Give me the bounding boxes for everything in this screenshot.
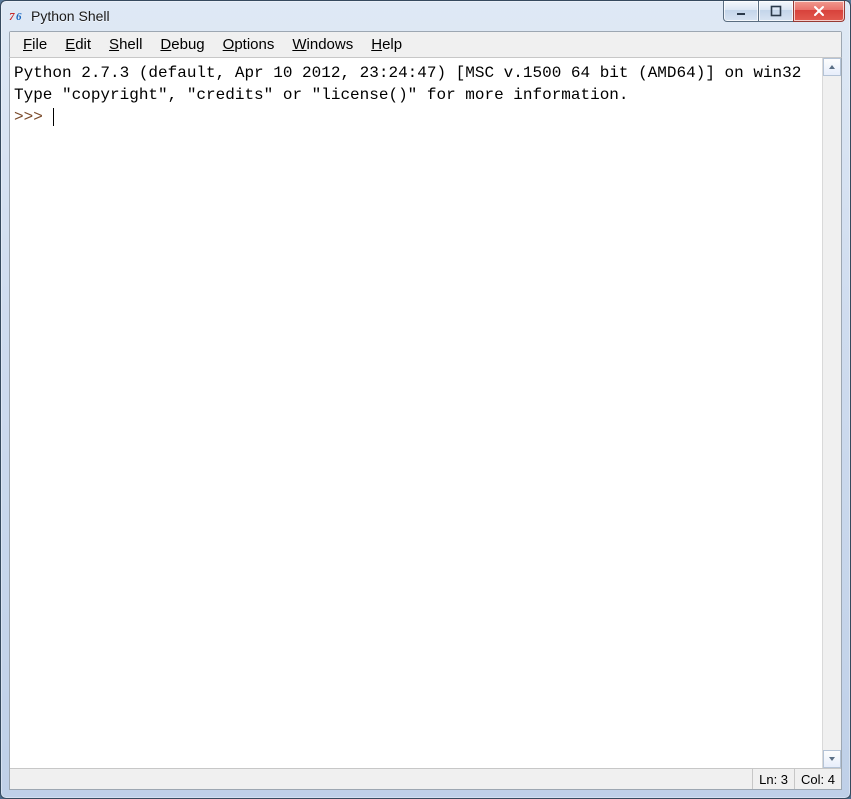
menu-help[interactable]: Help [362, 34, 411, 55]
svg-text:7: 7 [9, 11, 15, 23]
window-title: Python Shell [31, 8, 110, 24]
menubar: File Edit Shell Debug Options Windows He… [10, 32, 841, 57]
statusbar: Ln: 3 Col: 4 [10, 768, 841, 789]
minimize-button[interactable] [723, 1, 759, 22]
status-col: Col: 4 [794, 769, 841, 789]
window-controls [724, 1, 845, 22]
menu-debug[interactable]: Debug [151, 34, 213, 55]
banner-line-1: Python 2.7.3 (default, Apr 10 2012, 23:2… [14, 64, 801, 82]
maximize-button[interactable] [758, 1, 794, 22]
close-button[interactable] [793, 1, 845, 22]
shell-editor[interactable]: Python 2.7.3 (default, Apr 10 2012, 23:2… [10, 58, 823, 768]
vertical-scrollbar[interactable] [822, 58, 841, 768]
editor-wrap: Python 2.7.3 (default, Apr 10 2012, 23:2… [10, 58, 841, 768]
menu-file[interactable]: File [14, 34, 56, 55]
app-window: 7 6 Python Shell File Edit Shell Debug [0, 0, 851, 799]
menu-shell[interactable]: Shell [100, 34, 151, 55]
prompt: >>> [14, 108, 52, 126]
scroll-track[interactable] [823, 76, 841, 750]
menubar-container: File Edit Shell Debug Options Windows He… [9, 31, 842, 57]
text-cursor [53, 108, 54, 126]
menu-options[interactable]: Options [214, 34, 284, 55]
app-icon: 7 6 [9, 8, 25, 24]
scroll-up-button[interactable] [823, 58, 841, 76]
menu-windows[interactable]: Windows [283, 34, 362, 55]
client-area: Python 2.7.3 (default, Apr 10 2012, 23:2… [9, 57, 842, 790]
titlebar[interactable]: 7 6 Python Shell [1, 1, 850, 31]
svg-text:6: 6 [16, 11, 22, 23]
menu-edit[interactable]: Edit [56, 34, 100, 55]
banner-line-2: Type "copyright", "credits" or "license(… [14, 86, 629, 104]
scroll-down-button[interactable] [823, 750, 841, 768]
status-line: Ln: 3 [752, 769, 794, 789]
